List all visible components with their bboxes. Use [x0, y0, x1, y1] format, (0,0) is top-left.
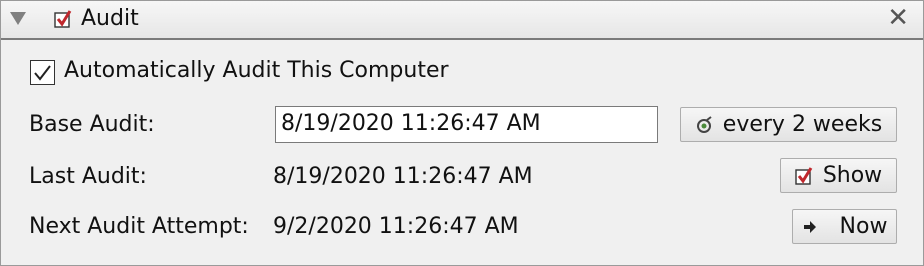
now-button[interactable]: Now [792, 209, 897, 244]
last-audit-value: 8/19/2020 11:26:47 AM [273, 164, 533, 189]
show-button[interactable]: Show [780, 158, 897, 193]
auto-audit-label[interactable]: Automatically Audit This Computer [64, 58, 449, 83]
audit-checkbox-icon [54, 10, 72, 28]
audit-checkbox-icon [795, 166, 813, 185]
panel-title: Audit [81, 6, 139, 31]
collapse-triangle-icon[interactable] [10, 12, 26, 25]
close-icon[interactable]: ✕ [887, 3, 909, 33]
audit-panel: Audit ✕ Automatically Audit This Compute… [0, 0, 924, 266]
checkmark-icon [34, 65, 51, 81]
schedule-icon [696, 115, 712, 133]
next-audit-value: 9/2/2020 11:26:47 AM [273, 214, 519, 239]
now-button-label: Now [839, 214, 888, 239]
next-audit-label: Next Audit Attempt: [29, 214, 249, 239]
base-audit-input[interactable]: 8/19/2020 11:26:47 AM [275, 106, 658, 143]
last-audit-label: Last Audit: [29, 164, 147, 189]
arrow-right-icon [803, 220, 816, 233]
base-audit-label: Base Audit: [29, 112, 155, 137]
auto-audit-checkbox[interactable] [30, 60, 55, 85]
schedule-button-label: every 2 weeks [722, 112, 883, 137]
panel-titlebar: Audit ✕ [1, 1, 923, 40]
show-button-label: Show [822, 163, 883, 188]
schedule-button[interactable]: every 2 weeks [680, 107, 897, 142]
